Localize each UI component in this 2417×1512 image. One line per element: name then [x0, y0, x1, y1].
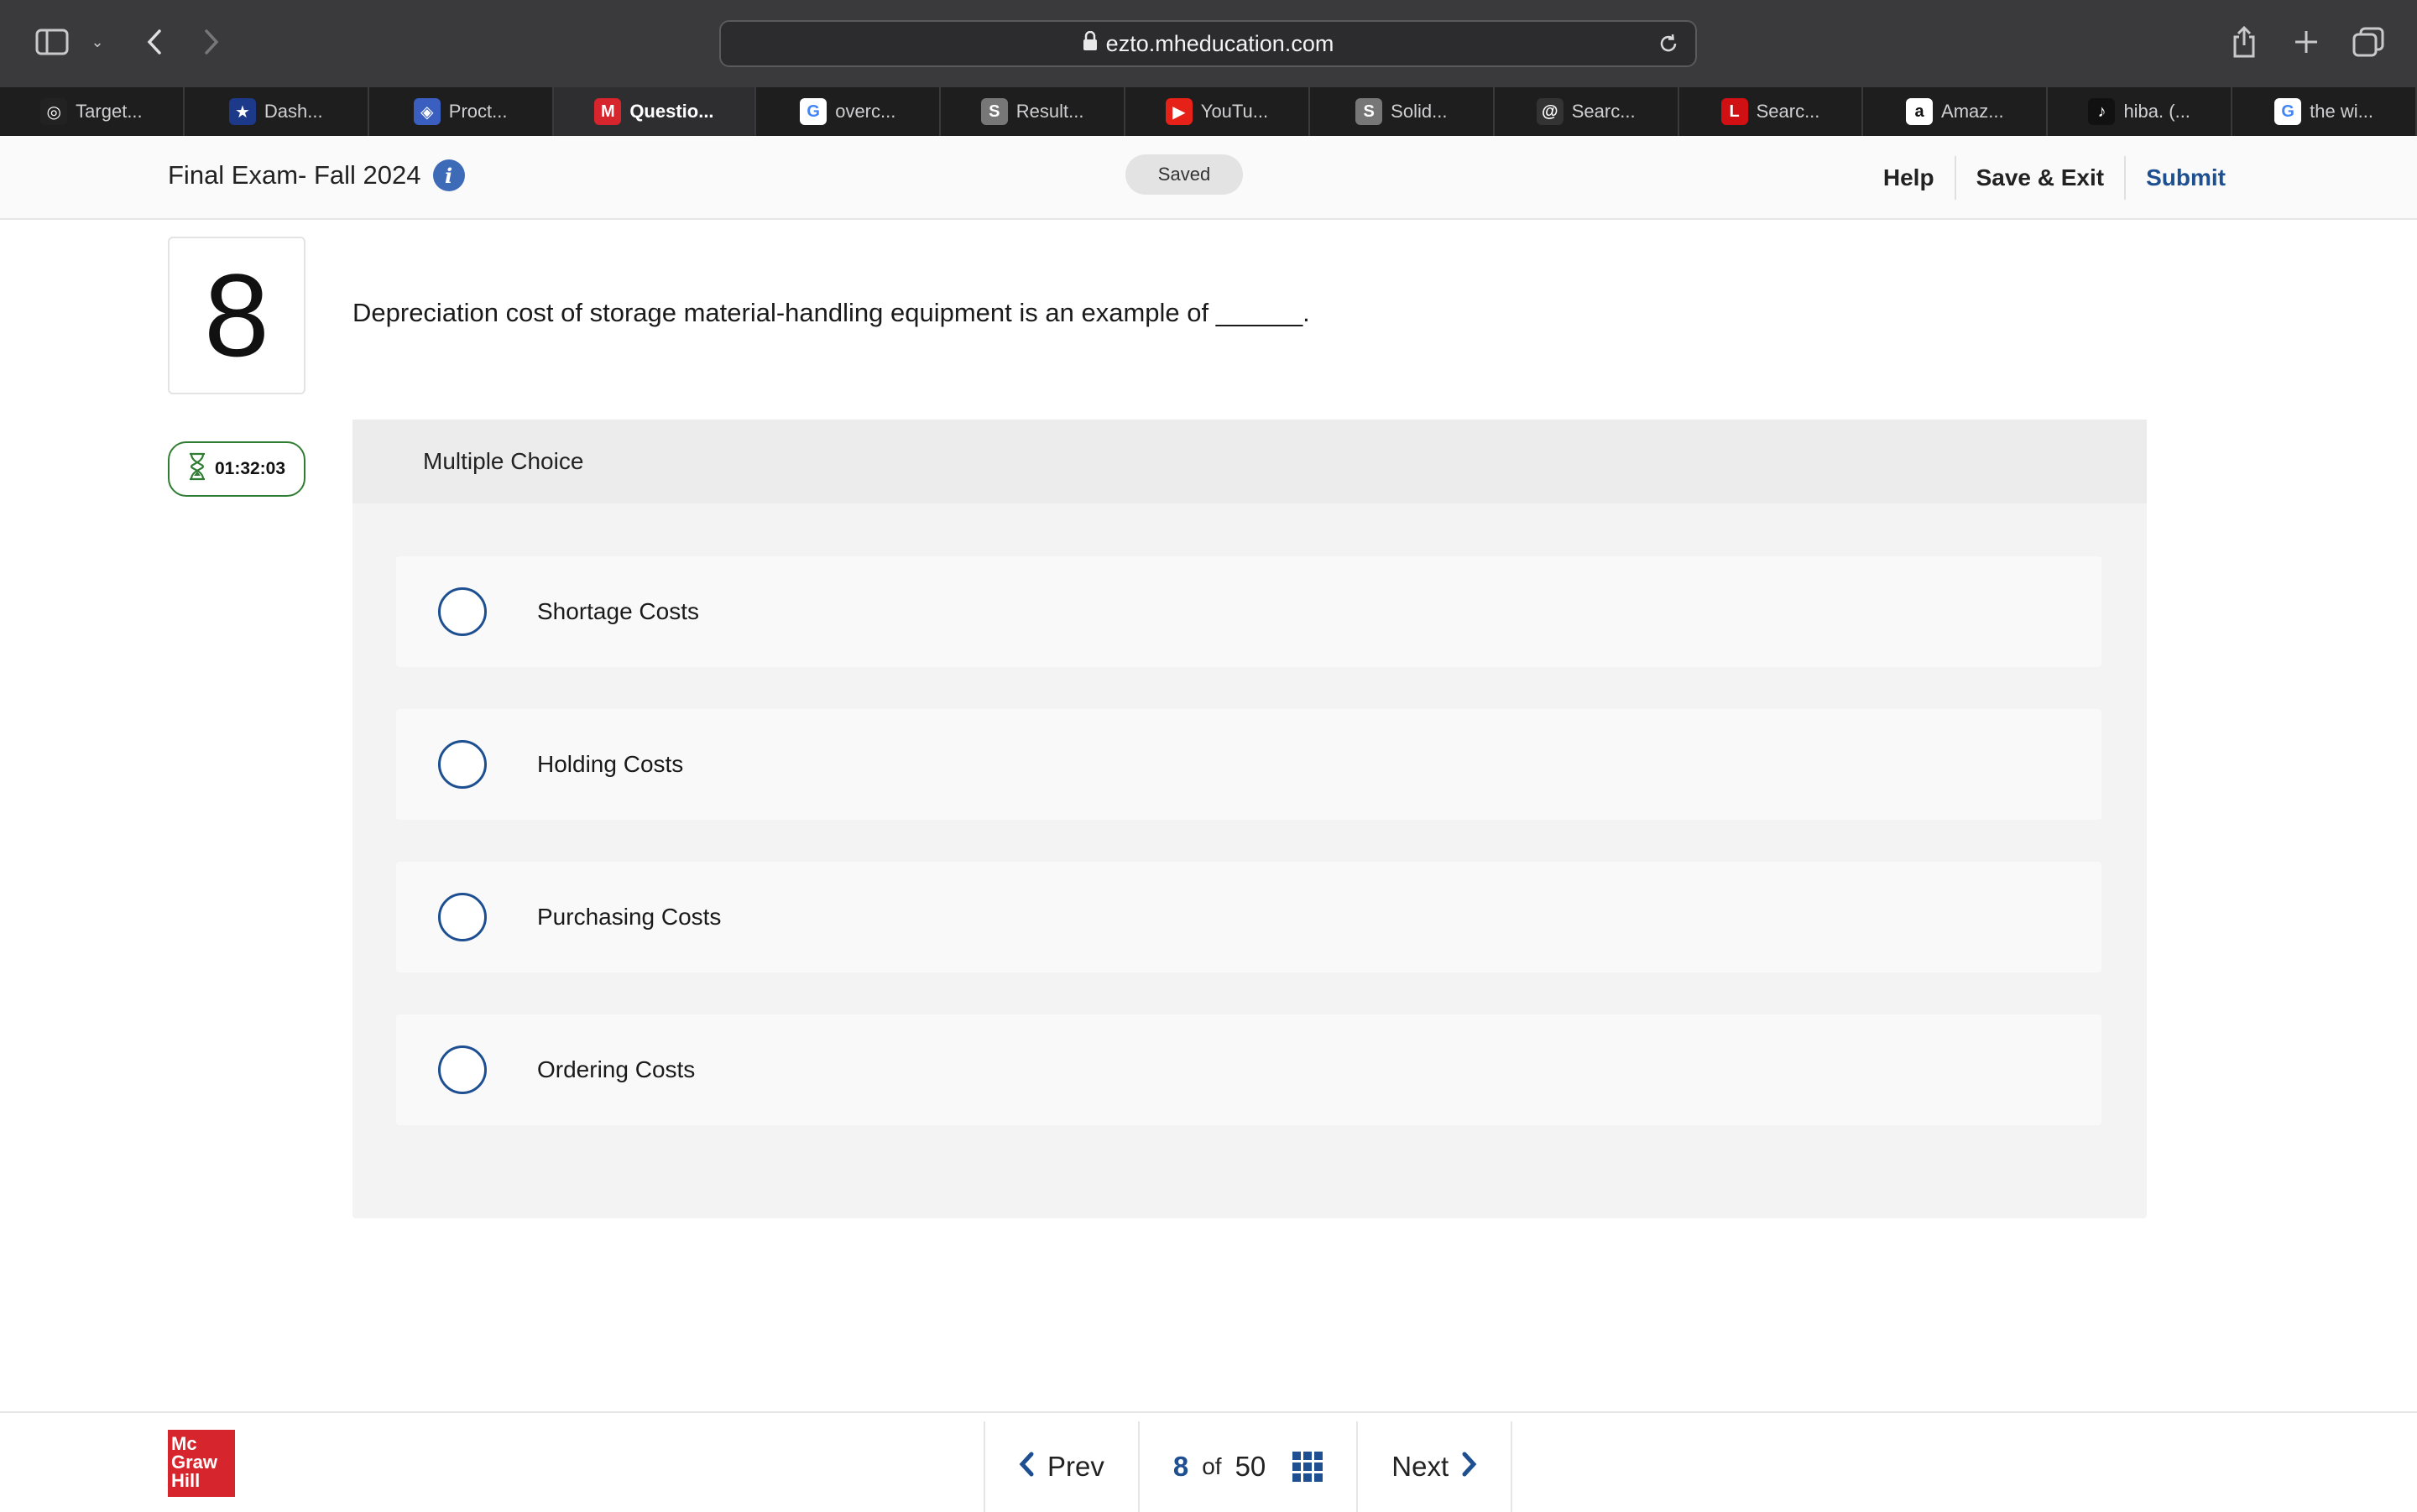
- exam-title-text: Final Exam- Fall 2024: [168, 160, 421, 190]
- shield-icon: ◈: [413, 98, 441, 125]
- chevron-down-icon[interactable]: ⌄: [87, 30, 107, 54]
- youtube-icon: ▶: [1165, 98, 1193, 125]
- submit-button[interactable]: Submit: [2126, 156, 2226, 200]
- browser-tab-label: Questio...: [629, 101, 714, 122]
- browser-tab-label: Result...: [1015, 101, 1084, 122]
- question-map-button[interactable]: 8 of 50: [1137, 1421, 1356, 1512]
- browser-tab[interactable]: Gthe wi...: [2232, 87, 2417, 136]
- tiktok-icon: ♪: [2088, 98, 2116, 125]
- browser-tab-bar: ◎ Target... ★ Dash... ◈ Proct... M Questio... Go…: [0, 87, 2417, 136]
- help-button[interactable]: Help: [1863, 156, 1956, 200]
- browser-tab[interactable]: ▶ YouTu...: [1125, 87, 1310, 136]
- radio-button[interactable]: [438, 587, 487, 636]
- browser-tab-label: Solid...: [1391, 101, 1448, 122]
- at-icon: @: [1536, 98, 1563, 125]
- browser-tab-label: Amaz...: [1941, 101, 2004, 122]
- radio-button[interactable]: [438, 893, 487, 941]
- radio-button[interactable]: [438, 1045, 487, 1094]
- browser-tab-label: Searc...: [1756, 101, 1820, 122]
- chevron-left-icon: [1019, 1449, 1034, 1484]
- exam-timer[interactable]: 01:32:03: [168, 441, 305, 497]
- info-icon[interactable]: i: [432, 159, 465, 191]
- exam-title: Final Exam- Fall 2024 i: [168, 159, 465, 191]
- current-question-number: 8: [1172, 1451, 1189, 1482]
- browser-tab-label: the wi...: [2310, 101, 2373, 122]
- question-navigation: Prev 8 of 50 Next: [984, 1421, 1513, 1512]
- answer-option-label: Holding Costs: [537, 751, 684, 777]
- prev-button[interactable]: Prev: [984, 1421, 1138, 1512]
- of-label: of: [1202, 1453, 1222, 1479]
- exam-footer: Mc Graw Hill Prev 8 of 50 Next: [0, 1411, 2417, 1512]
- next-label: Next: [1391, 1451, 1449, 1482]
- browser-tab[interactable]: S Solid...: [1310, 87, 1495, 136]
- total-questions: 50: [1235, 1451, 1266, 1482]
- answer-option[interactable]: Shortage Costs: [396, 556, 2101, 667]
- save-exit-button[interactable]: Save & Exit: [1956, 156, 2127, 200]
- share-icon[interactable]: [2229, 22, 2259, 62]
- browser-tab[interactable]: ♪ hiba. (...: [2048, 87, 2233, 136]
- browser-toolbar: ⌄ ezto.mheducation.com: [0, 0, 2417, 87]
- google-icon: G: [800, 98, 827, 125]
- answer-option[interactable]: Purchasing Costs: [396, 862, 2101, 972]
- reload-icon[interactable]: [1657, 32, 1680, 61]
- browser-tab-label: overc...: [835, 101, 896, 122]
- forward-icon[interactable]: [198, 23, 225, 60]
- browser-tab[interactable]: ◎ Target...: [0, 87, 185, 136]
- google-icon: G: [2274, 98, 2302, 125]
- exam-header: Final Exam- Fall 2024 i Saved Help Save …: [0, 136, 2417, 220]
- browser-tab-label: Dash...: [264, 101, 323, 122]
- back-icon[interactable]: [141, 23, 168, 60]
- amazon-icon: a: [1906, 98, 1934, 125]
- browser-tab[interactable]: @ Searc...: [1495, 87, 1679, 136]
- openai-icon: ◎: [40, 98, 68, 125]
- browser-tab-label: YouTu...: [1200, 101, 1269, 122]
- browser-tab-label: hiba. (...: [2123, 101, 2190, 122]
- lego-icon: L: [1720, 98, 1748, 125]
- browser-tab-label: Searc...: [1571, 101, 1636, 122]
- browser-tab[interactable]: S Result...: [941, 87, 1126, 136]
- tab-overview-icon[interactable]: [2352, 25, 2385, 59]
- address-bar[interactable]: ezto.mheducation.com: [719, 20, 1697, 67]
- multiple-choice-panel: Multiple Choice Shortage Costs Holding C…: [352, 420, 2147, 1218]
- s-icon: S: [980, 98, 1008, 125]
- browser-tab[interactable]: M Questio...: [553, 87, 757, 136]
- question-text: Depreciation cost of storage material-ha…: [352, 298, 1310, 327]
- answer-option-label: Ordering Costs: [537, 1056, 696, 1082]
- grid-icon: [1292, 1452, 1323, 1482]
- sidebar-toggle-icon[interactable]: [34, 27, 70, 57]
- answer-option-label: Shortage Costs: [537, 598, 699, 624]
- answer-option[interactable]: Holding Costs: [396, 709, 2101, 820]
- star-badge-icon: ★: [228, 98, 256, 125]
- hourglass-icon: [188, 452, 206, 486]
- browser-tab[interactable]: Goverc...: [756, 87, 942, 136]
- mcgraw-m-icon: M: [594, 98, 622, 125]
- browser-tab-label: Target...: [76, 101, 143, 122]
- browser-tab[interactable]: L Searc...: [1679, 87, 1864, 136]
- mcgraw-hill-logo: Mc Graw Hill: [168, 1430, 235, 1497]
- url-text: ezto.mheducation.com: [1105, 30, 1334, 56]
- prev-label: Prev: [1047, 1451, 1104, 1482]
- lock-icon: [1083, 30, 1098, 57]
- browser-tab[interactable]: a Amaz...: [1863, 87, 2049, 136]
- question-type-label: Multiple Choice: [352, 420, 2147, 503]
- chevron-right-icon: [1462, 1449, 1477, 1484]
- header-actions: Help Save & Exit Submit: [1863, 156, 2226, 200]
- question-number: 8: [168, 237, 305, 394]
- next-button[interactable]: Next: [1356, 1421, 1513, 1512]
- radio-button[interactable]: [438, 740, 487, 789]
- browser-tab-label: Proct...: [448, 101, 508, 122]
- browser-tab[interactable]: ◈ Proct...: [369, 87, 554, 136]
- timer-value: 01:32:03: [214, 459, 286, 478]
- new-tab-icon[interactable]: [2291, 25, 2321, 59]
- saved-status-badge: Saved: [1125, 154, 1243, 195]
- browser-tab[interactable]: ★ Dash...: [185, 87, 369, 136]
- s-icon: S: [1355, 98, 1383, 125]
- answer-option[interactable]: Ordering Costs: [396, 1014, 2101, 1125]
- answer-option-label: Purchasing Costs: [537, 904, 722, 930]
